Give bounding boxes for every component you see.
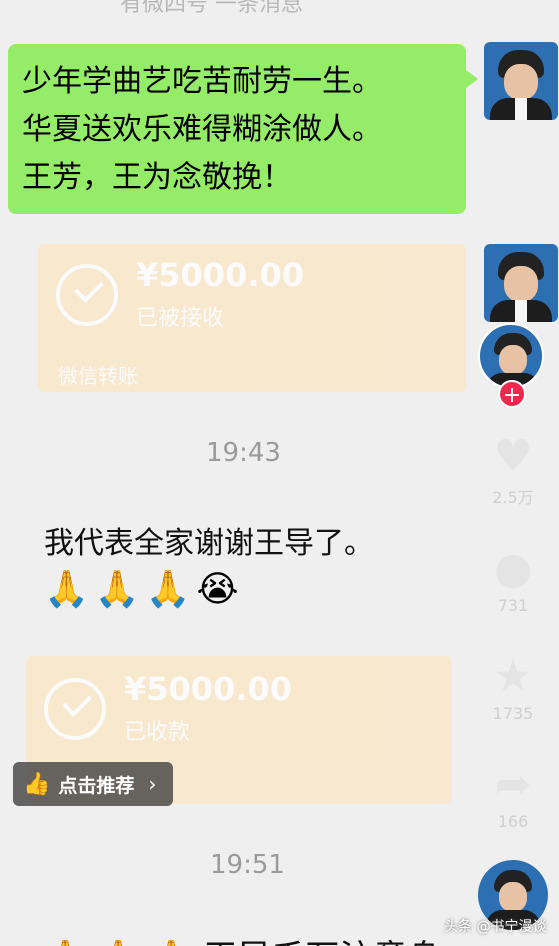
check-icon [56,264,118,326]
message-line: 华夏送欢乐难得糊涂做人。 [22,112,382,147]
message-line: 少年学曲艺吃苦耐劳一生。 [22,64,382,99]
favorite-count: 1735 [492,704,534,723]
transfer-amount: ¥5000.00 [136,256,305,294]
thumbs-up-icon: 👍 [23,771,51,797]
check-icon [44,678,106,740]
bottom-cut-message: 🙏 🙏 🙏 王导千万注意身 [44,930,441,946]
comment-action[interactable]: ● 731 [484,542,542,615]
transfer-status: 已收款 [124,720,191,745]
sender-avatar[interactable] [484,42,558,120]
recommend-button[interactable]: 👍 点击推荐 › [13,762,173,806]
reply-text: 我代表全家谢谢王导了。 [44,526,374,561]
message-line: 王芳，王为念敬挽！ [22,160,292,195]
transfer-footer: 微信转账 [58,364,138,388]
transfer-status: 已被接收 [136,306,225,331]
header-cut-text: 有微四号 一条消息 [120,0,303,17]
reply-message: 我代表全家谢谢王导了。 🙏 🙏 🙏 😭 [28,508,448,624]
heart-icon: ♥ [493,431,533,482]
star-icon: ★ [493,651,533,702]
emoji-row: 🙏 🙏 🙏 😭 [44,566,432,614]
pray-icon: 🙏 [145,569,191,610]
share-action[interactable]: ➦ 166 [484,758,542,831]
like-action[interactable]: ♥ 2.5万 [484,430,542,508]
timestamp: 19:51 [210,850,285,880]
comment-icon: ● [493,543,533,594]
follow-plus-icon[interactable]: + [498,380,526,408]
recommend-label: 点击推荐 [58,774,135,797]
pray-icon: 🙏 [44,569,89,610]
green-message-bubble: 少年学曲艺吃苦耐劳一生。 华夏送欢乐难得糊涂做人。 王芳，王为念敬挽！ [8,44,478,214]
chevron-right-icon: › [148,772,157,796]
watermark: 头条 @书宁漫谈 [444,919,547,935]
pray-icon: 🙏 [94,569,140,610]
timestamp: 19:43 [206,438,281,468]
share-count: 166 [497,812,529,831]
crying-face-icon: 😭 [196,569,239,610]
like-count: 2.5万 [492,488,534,507]
transfer-amount: ¥5000.00 [124,670,293,708]
comment-count: 731 [497,596,529,615]
share-icon: ➦ [494,759,532,810]
sender-avatar[interactable] [484,244,558,322]
transfer-card-received[interactable]: ¥5000.00 已被接收 微信转账 [38,244,466,392]
favorite-action[interactable]: ★ 1735 [484,650,542,723]
